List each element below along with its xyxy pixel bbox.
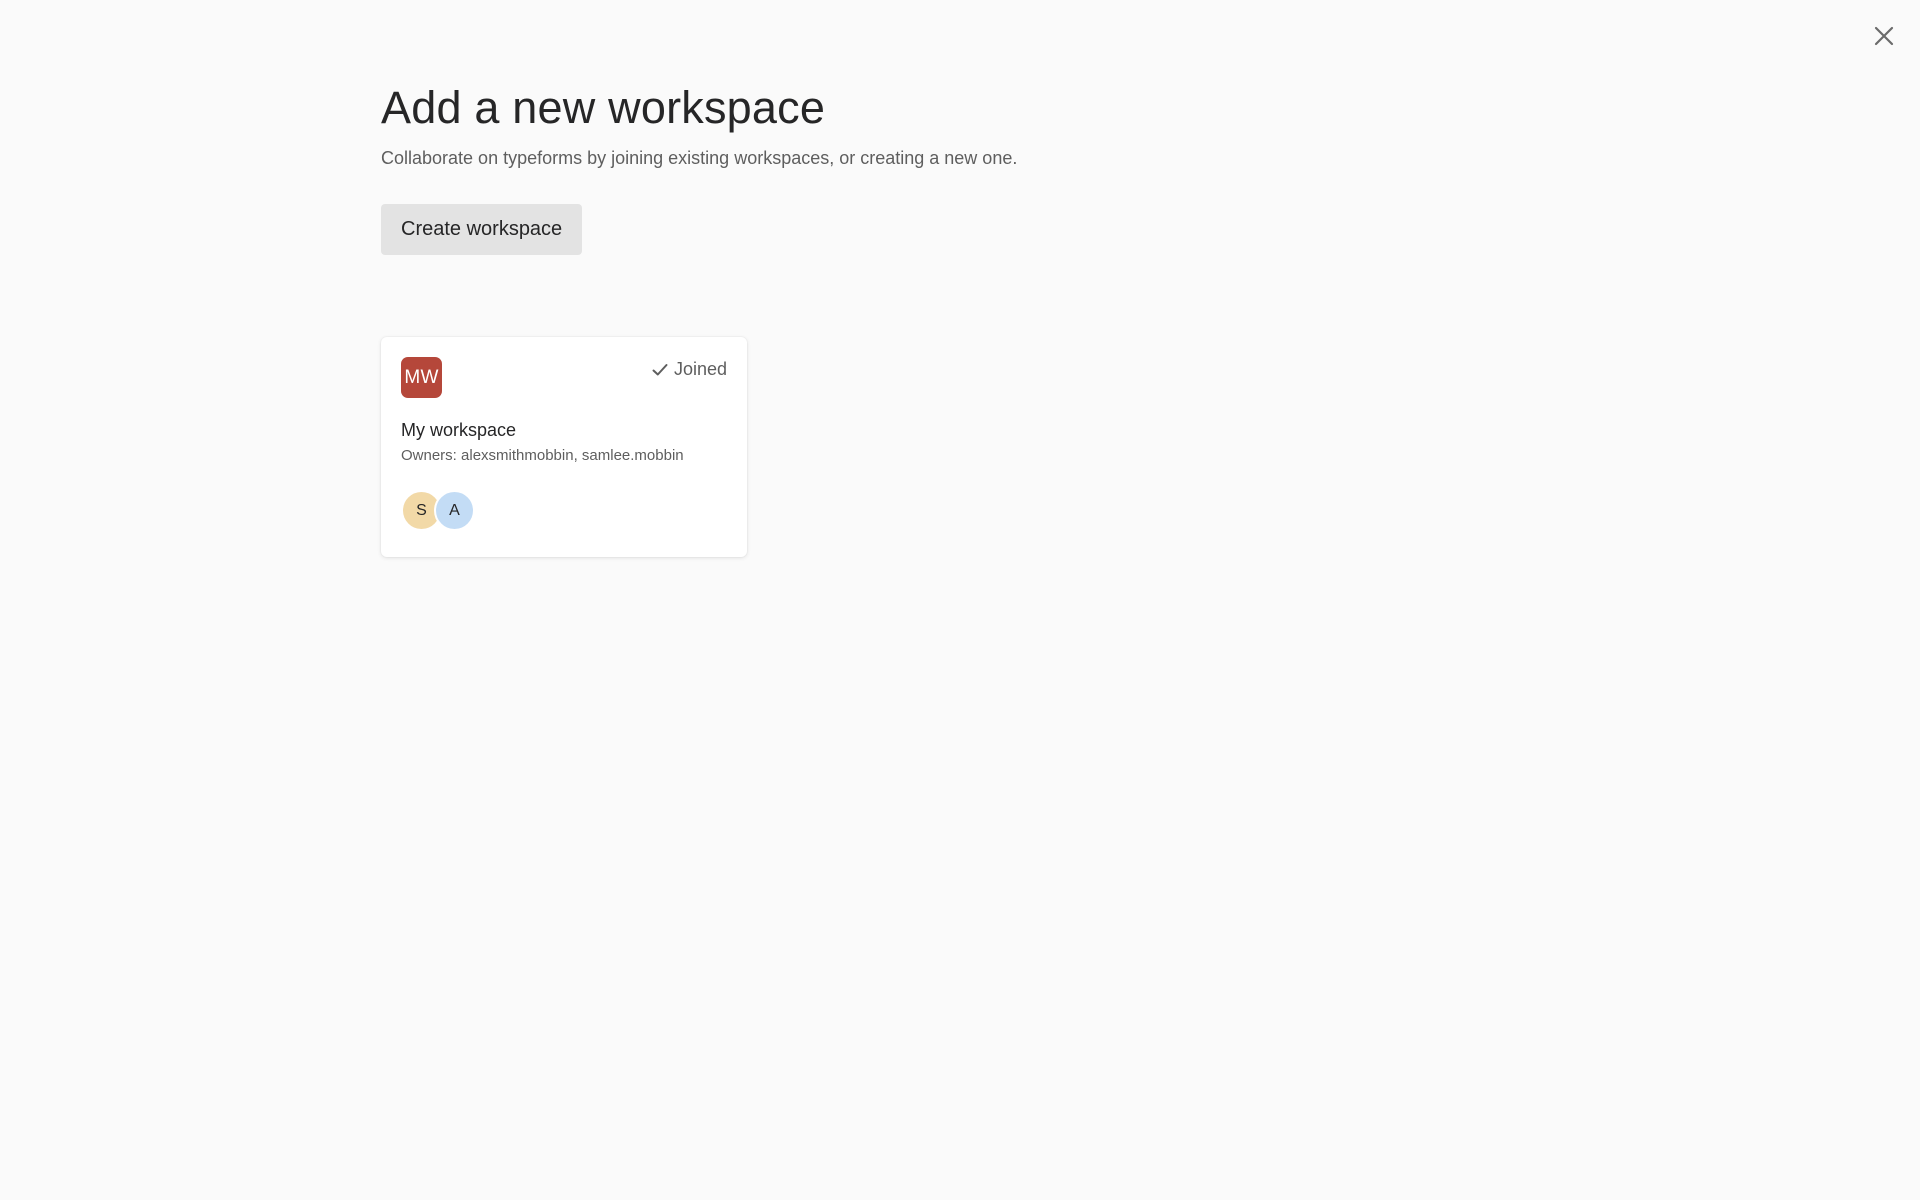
workspace-name: My workspace xyxy=(401,420,517,440)
workspace-card-header: MW Joined xyxy=(401,357,727,398)
create-workspace-button[interactable]: Create workspace xyxy=(381,204,583,255)
main-content: Add a new workspace Collaborate on typef… xyxy=(381,78,1581,557)
check-icon xyxy=(652,363,668,375)
page-subtitle: Collaborate on typeforms by joining exis… xyxy=(381,148,1018,168)
workspace-avatar: MW xyxy=(401,357,442,398)
workspace-card[interactable]: MW Joined My workspace Owners: alexsmith… xyxy=(381,337,747,557)
workspace-owners: Owners: alexsmithmobbin, samlee.mobbin xyxy=(401,447,684,464)
close-button[interactable] xyxy=(1866,20,1902,52)
page-title: Add a new workspace xyxy=(381,82,826,133)
workspace-list: MW Joined My workspace Owners: alexsmith… xyxy=(381,337,1581,557)
close-icon xyxy=(1874,26,1894,46)
joined-status: Joined xyxy=(652,359,727,380)
member-avatar: A xyxy=(434,490,475,531)
add-workspace-page: Add a new workspace Collaborate on typef… xyxy=(0,0,1920,1200)
joined-label: Joined xyxy=(673,359,727,379)
workspace-members: S A xyxy=(401,490,727,531)
